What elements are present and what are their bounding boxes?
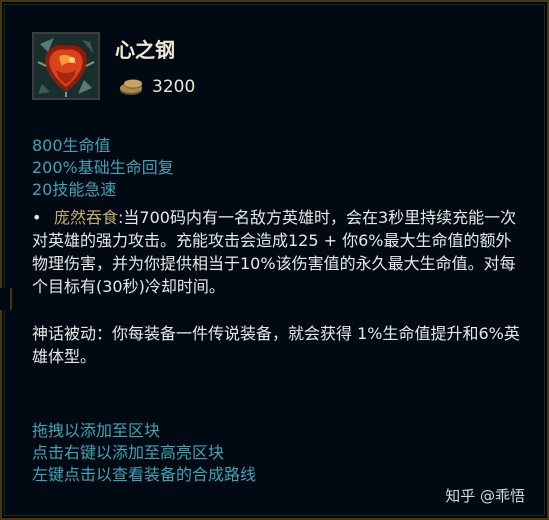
item-tooltip: 心之钢 3200 800生命值 200%基础生命回复 20技能急速 • 庞然吞食:… (0, 0, 549, 520)
passive-description: • 庞然吞食:当700码内有一名敌方英雄时，会在3秒里持续充能一次对英雄的强力攻击… (32, 206, 522, 298)
stats-list: 800生命值 200%基础生命回复 20技能急速 (32, 135, 174, 201)
passive-name: 庞然吞食 (54, 208, 119, 227)
stat-health: 800生命值 (32, 136, 111, 155)
heartsteel-icon[interactable] (32, 32, 100, 100)
bullet: • (32, 208, 42, 227)
stat-health-regen: 200%基础生命回复 (32, 158, 174, 177)
hint-drag: 拖拽以添加至区块 (32, 421, 161, 440)
item-name: 心之钢 (115, 38, 175, 62)
item-cost: 3200 (152, 77, 196, 97)
hint-left-click: 左键点击以查看装备的合成路线 (32, 465, 257, 484)
hint-right-click: 点击右键以添加至高亮区块 (32, 443, 225, 462)
action-hints: 拖拽以添加至区块 点击右键以添加至高亮区块 左键点击以查看装备的合成路线 (32, 420, 256, 486)
stat-ability-haste: 20技能急速 (32, 180, 117, 199)
mythic-passive: 神话被动：你每装备一件传说装备，就会获得 1%生命值提升和6%英雄体型。 (32, 324, 520, 366)
watermark: 知乎 @乖悟 (445, 487, 525, 505)
tooltip-pointer (0, 288, 12, 310)
gold-coins-icon (120, 79, 142, 95)
